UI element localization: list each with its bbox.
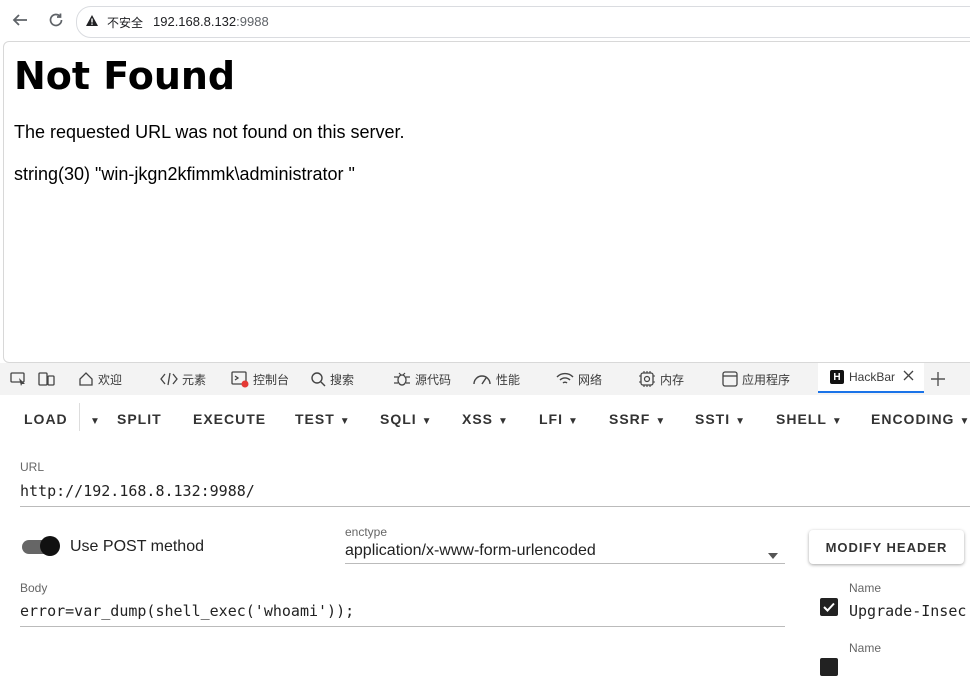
enctype-select[interactable]: application/x-www-form-urlencoded (345, 542, 596, 560)
tab-welcome[interactable]: 欢迎 (78, 363, 122, 395)
bug-icon (394, 372, 410, 386)
inspect-icon[interactable] (10, 363, 32, 395)
menu-label: ENCODING (871, 411, 955, 427)
modify-header-button[interactable]: MODIFY HEADER (809, 530, 964, 564)
load-dropdown-caret[interactable]: ▼ (85, 411, 101, 427)
security-label[interactable]: 不安全 (107, 14, 143, 31)
menu-label: LFI (539, 411, 563, 427)
gauge-icon (473, 375, 491, 385)
menu-label: TEST (295, 411, 335, 427)
tab-label: 控制台 (253, 372, 290, 387)
toggle-knob (40, 536, 60, 556)
url-host: 192.168.8.132 (153, 14, 237, 29)
hackbar-logo-icon: H (830, 370, 844, 384)
tab-hackbar[interactable]: H HackBar (818, 363, 924, 393)
tab-memory[interactable]: 内存 (638, 363, 684, 395)
post-method-toggle[interactable] (22, 536, 60, 556)
lfi-menu[interactable]: LFI ▼ (539, 411, 579, 427)
header-checkbox[interactable] (820, 598, 838, 616)
body-underline (20, 626, 785, 627)
tab-label: 应用程序 (742, 372, 791, 387)
search-icon (311, 372, 326, 387)
tab-network[interactable]: 网络 (556, 363, 602, 395)
tab-label: 欢迎 (98, 372, 123, 387)
url-port: :9988 (236, 14, 269, 29)
tab-performance[interactable]: 性能 (472, 363, 520, 395)
url-text[interactable]: 192.168.8.132:9988 (153, 14, 269, 29)
menu-label: SSTI (695, 411, 731, 427)
tab-label: 搜索 (330, 372, 355, 387)
enctype-underline (345, 563, 785, 564)
browser-toolbar: 不安全 192.168.8.132:9988 (0, 0, 970, 41)
url-label: URL (20, 460, 45, 474)
address-bar[interactable]: 不安全 192.168.8.132:9988 (76, 6, 970, 38)
header-name-label: Name (849, 641, 882, 655)
tab-application[interactable]: 应用程序 (722, 363, 790, 395)
encoding-menu[interactable]: ENCODING ▼ (871, 411, 970, 427)
window-icon (722, 371, 738, 387)
device-toggle-icon[interactable] (38, 363, 60, 395)
ssti-menu[interactable]: SSTI ▼ (695, 411, 746, 427)
command-output: string(30) "win-jkgn2kfimmk\administrato… (14, 164, 355, 184)
menu-label: SQLI (380, 411, 417, 427)
wifi-icon (556, 372, 574, 384)
devtools-tabbar: 欢迎 元素 控制台 搜索 源代码 性能 网络 内存 应用程序 H HackBar (0, 363, 970, 396)
reload-icon[interactable] (44, 8, 68, 32)
tab-label: 源代码 (415, 372, 452, 387)
shell-menu[interactable]: SHELL ▼ (776, 411, 843, 427)
console-icon (231, 371, 249, 388)
tab-label: HackBar (849, 370, 896, 384)
header-checkbox[interactable] (820, 658, 838, 676)
tab-console[interactable]: 控制台 (231, 363, 289, 395)
url-underline (20, 506, 970, 507)
page-heading: Not Found (14, 54, 236, 98)
menu-divider (79, 403, 80, 431)
load-button[interactable]: LOAD (24, 411, 68, 427)
code-icon (160, 372, 178, 386)
tab-elements[interactable]: 元素 (160, 363, 206, 395)
ssrf-menu[interactable]: SSRF ▼ (609, 411, 666, 427)
page-viewport: Not Found The requested URL was not foun… (3, 41, 970, 363)
enctype-label: enctype (345, 525, 388, 539)
warning-icon (85, 14, 99, 33)
url-input[interactable]: http://192.168.8.132:9988/ (20, 482, 255, 500)
test-menu[interactable]: TEST ▼ (295, 411, 351, 427)
sqli-menu[interactable]: SQLI ▼ (380, 411, 433, 427)
header-name-label: Name (849, 581, 882, 595)
tab-label: 内存 (660, 372, 685, 387)
post-method-label: Use POST method (70, 538, 204, 555)
body-label: Body (20, 581, 48, 595)
menu-label: XSS (462, 411, 494, 427)
header-name-input[interactable]: Upgrade-Insec (849, 602, 966, 620)
close-icon[interactable] (903, 370, 918, 384)
tab-sources[interactable]: 源代码 (393, 363, 451, 395)
tab-label: 元素 (182, 372, 207, 387)
tab-label: 网络 (578, 372, 603, 387)
split-button[interactable]: SPLIT (117, 411, 162, 427)
chip-icon (639, 371, 655, 387)
hackbar-menu: LOAD ▼ SPLIT EXECUTE TEST ▼ SQLI ▼ XSS ▼ LF… (0, 395, 970, 441)
back-icon[interactable] (8, 8, 32, 32)
add-tab-icon[interactable] (930, 363, 950, 395)
body-input[interactable]: error=var_dump(shell_exec('whoami')); (20, 602, 354, 620)
tab-label: 性能 (496, 372, 521, 387)
error-message: The requested URL was not found on this … (14, 122, 405, 142)
tab-search[interactable]: 搜索 (310, 363, 354, 395)
menu-label: SSRF (609, 411, 651, 427)
home-icon (79, 372, 93, 386)
menu-label: SHELL (776, 411, 827, 427)
xss-menu[interactable]: XSS ▼ (462, 411, 509, 427)
execute-button[interactable]: EXECUTE (193, 411, 266, 427)
